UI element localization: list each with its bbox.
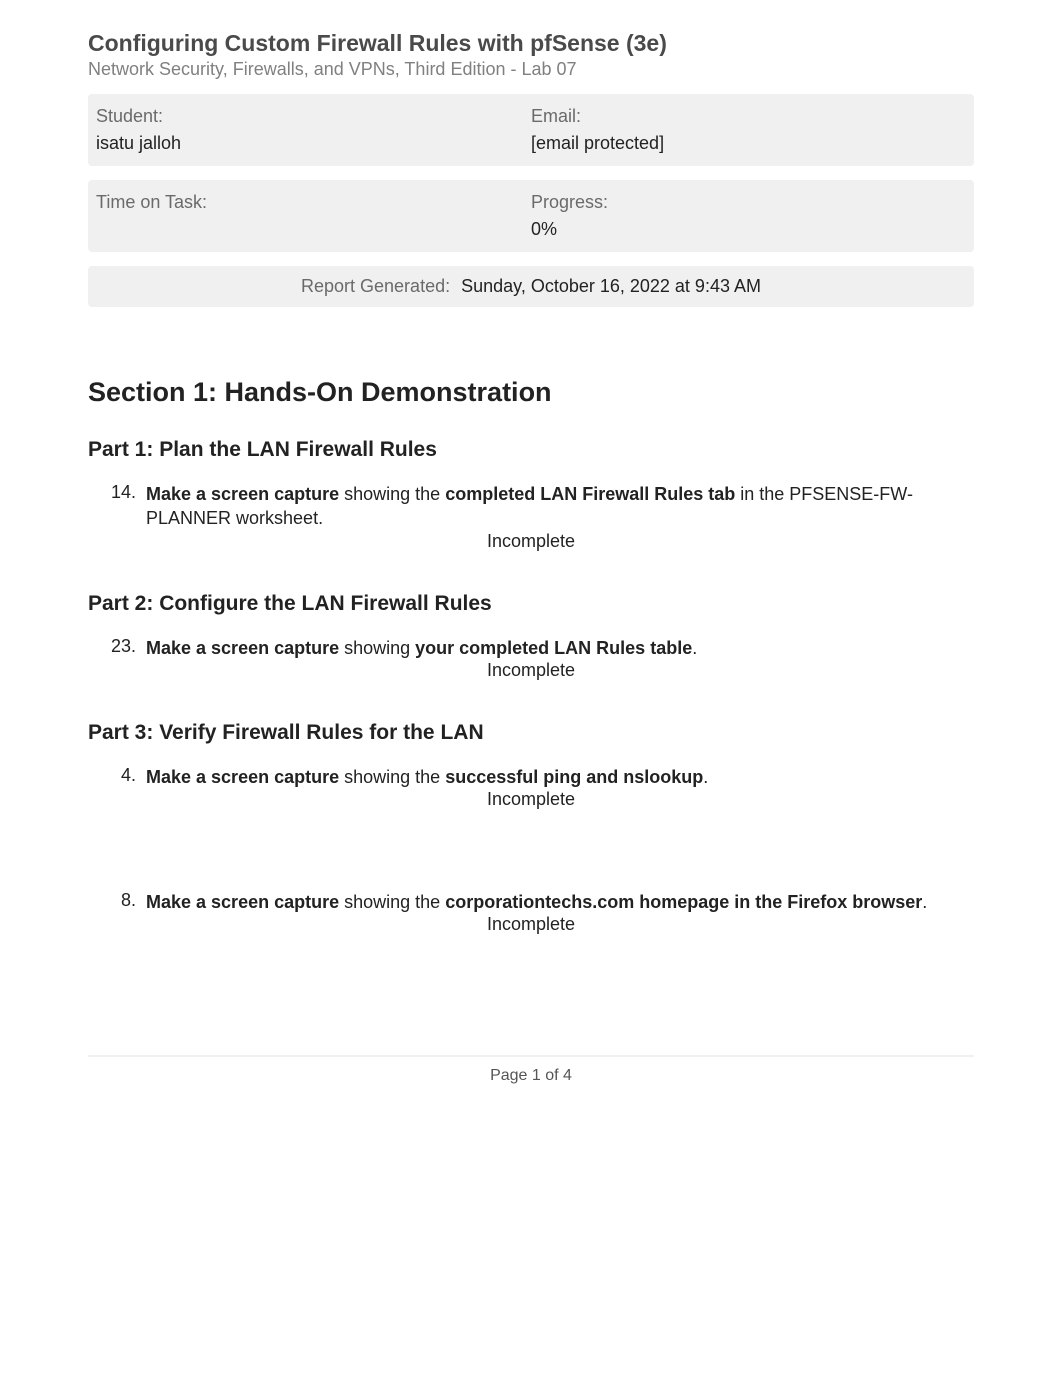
task-number: 14. [88, 482, 146, 531]
task-text-segment: Make a screen capture [146, 892, 339, 912]
task-status: Incomplete [88, 789, 974, 810]
task-text-segment: showing the [339, 767, 445, 787]
time-label: Time on Task: [96, 192, 531, 213]
part-title: Part 3: Verify Firewall Rules for the LA… [88, 721, 974, 745]
email-value: [email protected] [531, 133, 966, 154]
task-body: Make a screen capture showing the comple… [146, 482, 974, 531]
progress-info-block: Time on Task: Progress: 0% [88, 180, 974, 252]
task-text-segment: corporationtechs.com homepage in the Fir… [445, 892, 922, 912]
lab-title: Configuring Custom Firewall Rules with p… [88, 30, 974, 57]
task-status: Incomplete [88, 660, 974, 681]
task-text-segment: . [703, 767, 708, 787]
student-info-block: Student: isatu jalloh Email: [email prot… [88, 94, 974, 166]
task-text-segment: successful ping and nslookup [445, 767, 703, 787]
task-text-segment: completed LAN Firewall Rules tab [445, 484, 735, 504]
task-text-segment: showing the [339, 892, 445, 912]
task-item: 4.Make a screen capture showing the succ… [88, 765, 974, 789]
progress-value: 0% [531, 219, 966, 240]
task-number: 8. [88, 890, 146, 914]
footer-divider [88, 1055, 974, 1057]
report-value: Sunday, October 16, 2022 at 9:43 AM [461, 276, 761, 296]
task-body: Make a screen capture showing the succes… [146, 765, 974, 789]
task-text-segment: Make a screen capture [146, 484, 339, 504]
task-text-segment: showing [339, 638, 415, 658]
task-text-segment: Make a screen capture [146, 767, 339, 787]
task-status: Incomplete [88, 531, 974, 552]
task-item: 14.Make a screen capture showing the com… [88, 482, 974, 531]
task-text-segment: . [692, 638, 697, 658]
task-text-segment: your completed LAN Rules table [415, 638, 692, 658]
task-item: 23.Make a screen capture showing your co… [88, 636, 974, 660]
page-number: Page 1 of 4 [88, 1067, 974, 1105]
task-number: 23. [88, 636, 146, 660]
task-item: 8.Make a screen capture showing the corp… [88, 890, 974, 914]
report-generated-block: Report Generated: Sunday, October 16, 20… [88, 266, 974, 307]
report-label: Report Generated: [301, 276, 450, 296]
progress-label: Progress: [531, 192, 966, 213]
task-body: Make a screen capture showing the corpor… [146, 890, 974, 914]
lab-subtitle: Network Security, Firewalls, and VPNs, T… [88, 59, 974, 80]
task-text-segment: showing the [339, 484, 445, 504]
task-text-segment: . [922, 892, 927, 912]
task-number: 4. [88, 765, 146, 789]
task-text-segment: Make a screen capture [146, 638, 339, 658]
email-label: Email: [531, 106, 966, 127]
task-body: Make a screen capture showing your compl… [146, 636, 974, 660]
part-title: Part 2: Configure the LAN Firewall Rules [88, 592, 974, 616]
task-status: Incomplete [88, 914, 974, 935]
student-label: Student: [96, 106, 531, 127]
student-value: isatu jalloh [96, 133, 531, 154]
section-title: Section 1: Hands-On Demonstration [88, 377, 974, 408]
part-title: Part 1: Plan the LAN Firewall Rules [88, 438, 974, 462]
